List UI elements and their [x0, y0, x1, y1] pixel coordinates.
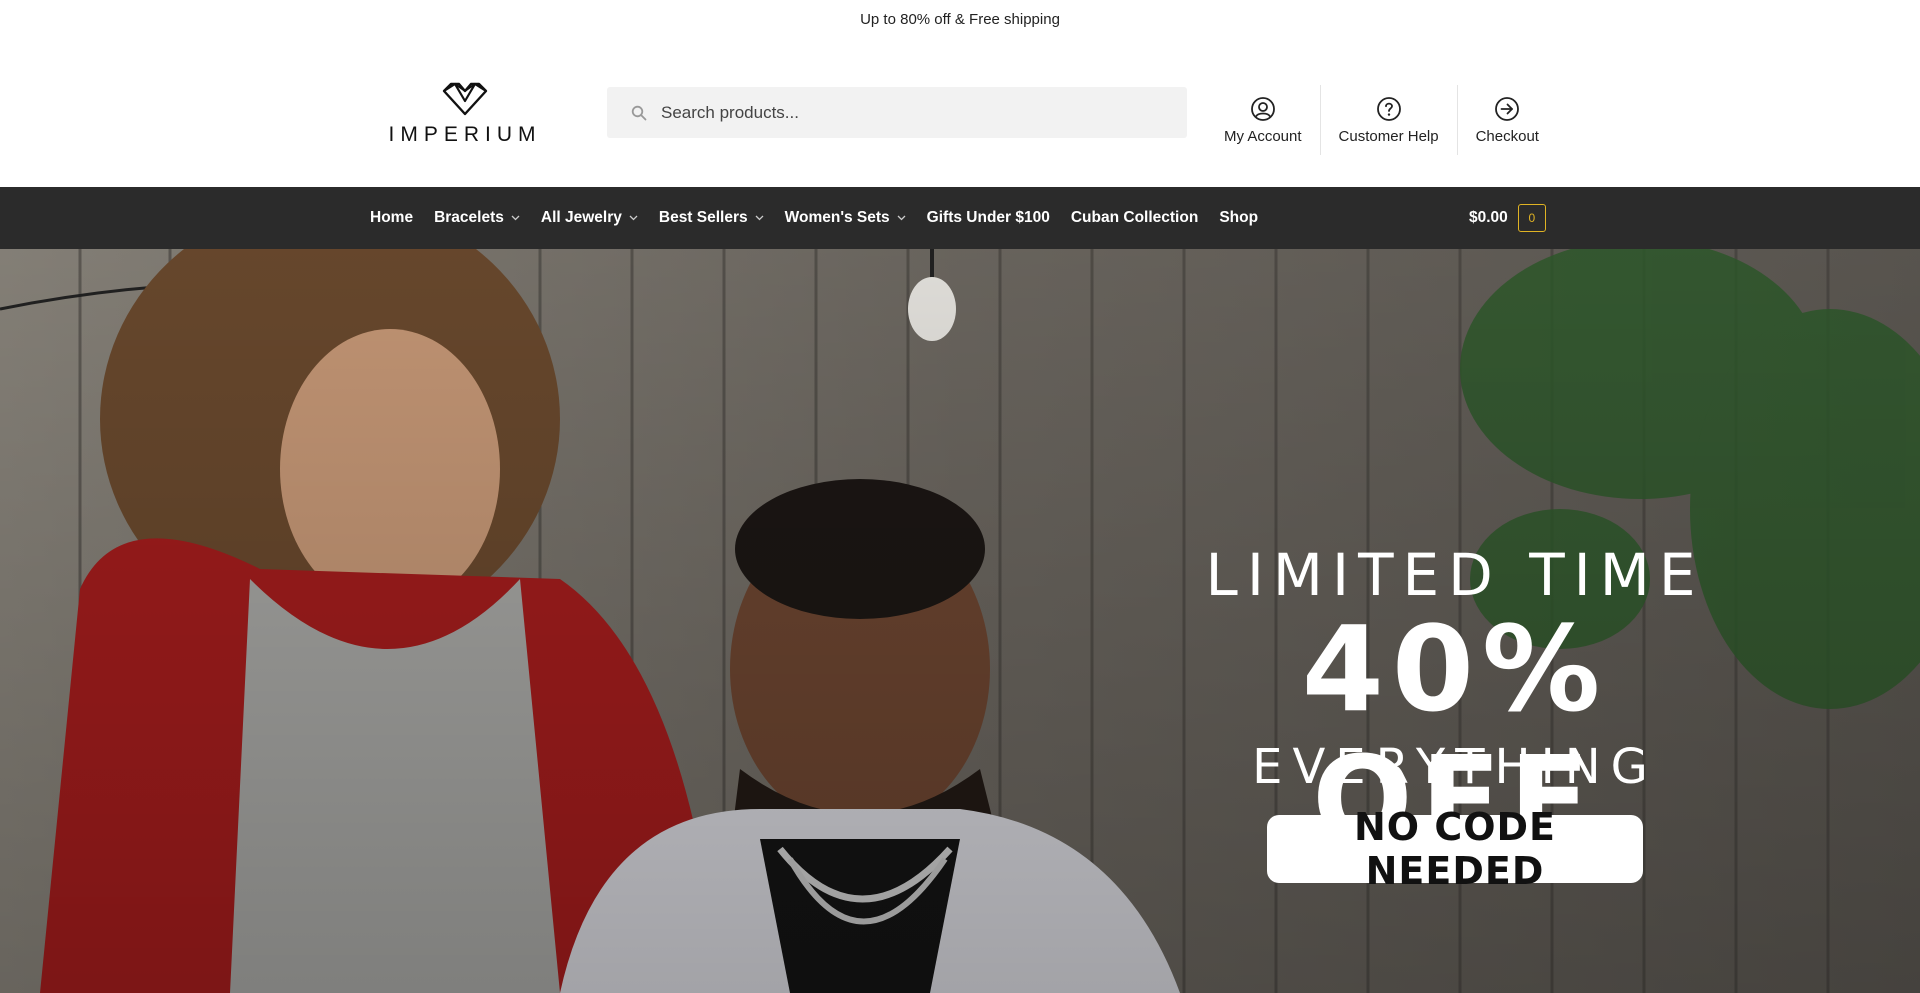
cart-button[interactable]: $0.00 0 [1469, 187, 1546, 249]
checkout-label: Checkout [1475, 127, 1539, 145]
my-account-link[interactable]: My Account [1206, 85, 1320, 155]
nav-label: All Jewelry [540, 209, 622, 226]
nav-label: Shop [1219, 209, 1259, 226]
help-circle-icon [1376, 96, 1401, 121]
promo-bar: Up to 80% off & Free shipping [0, 0, 1920, 38]
search-bar [607, 87, 1187, 138]
nav-item-cuban-collection[interactable]: Cuban Collection [1071, 209, 1198, 227]
main-nav: Home Bracelets All Jewelry Best Sellers … [0, 187, 1920, 249]
header-links: My Account Customer Help Checkout [1206, 85, 1557, 155]
hero-headline-limited-time: LIMITED TIME [1205, 541, 1705, 609]
nav-label: Women's Sets [784, 209, 890, 226]
nav-label: Bracelets [434, 209, 504, 226]
search-input[interactable] [659, 101, 1163, 124]
site-header: IMPERIUM My Account Customer H [0, 38, 1920, 187]
nav-item-womens-sets[interactable]: Women's Sets [785, 209, 906, 227]
nav-item-home[interactable]: Home [370, 209, 413, 227]
cart-count-badge: 0 [1517, 204, 1546, 232]
nav-item-shop[interactable]: Shop [1219, 209, 1258, 227]
promo-text: Up to 80% off & Free shipping [860, 10, 1060, 28]
brand-logo[interactable]: IMPERIUM [388, 81, 542, 156]
hero-headline-everything: EVERYTHING [1252, 739, 1658, 795]
nav-label: Cuban Collection [1070, 209, 1199, 226]
nav-item-bracelets[interactable]: Bracelets [434, 209, 520, 227]
nav-item-gifts-under-100[interactable]: Gifts Under $100 [927, 209, 1050, 227]
customer-help-link[interactable]: Customer Help [1319, 85, 1457, 155]
cart-total: $0.00 [1469, 209, 1508, 226]
chevron-down-icon [629, 215, 638, 221]
nav-item-all-jewelry[interactable]: All Jewelry [541, 209, 638, 227]
arrow-right-circle-icon [1495, 96, 1520, 121]
chevron-down-icon [897, 215, 906, 221]
my-account-label: My Account [1224, 127, 1302, 145]
nav-label: Best Sellers [658, 209, 748, 226]
brand-name: IMPERIUM [388, 123, 542, 146]
chevron-down-icon [511, 215, 520, 221]
customer-help-label: Customer Help [1338, 127, 1439, 145]
search-icon [621, 105, 657, 121]
nav-label: Gifts Under $100 [926, 209, 1050, 226]
hero-no-code-badge: NO CODE NEEDED [1267, 805, 1643, 893]
hero-banner[interactable]: LIMITED TIME 40% OFF EVERYTHING NO CODE … [0, 249, 1920, 993]
nav-label: Home [370, 209, 414, 226]
checkout-link[interactable]: Checkout [1456, 85, 1557, 155]
nav-item-best-sellers[interactable]: Best Sellers [659, 209, 764, 227]
double-diamond-icon [442, 82, 488, 116]
chevron-down-icon [755, 215, 764, 221]
user-circle-icon [1250, 96, 1275, 121]
